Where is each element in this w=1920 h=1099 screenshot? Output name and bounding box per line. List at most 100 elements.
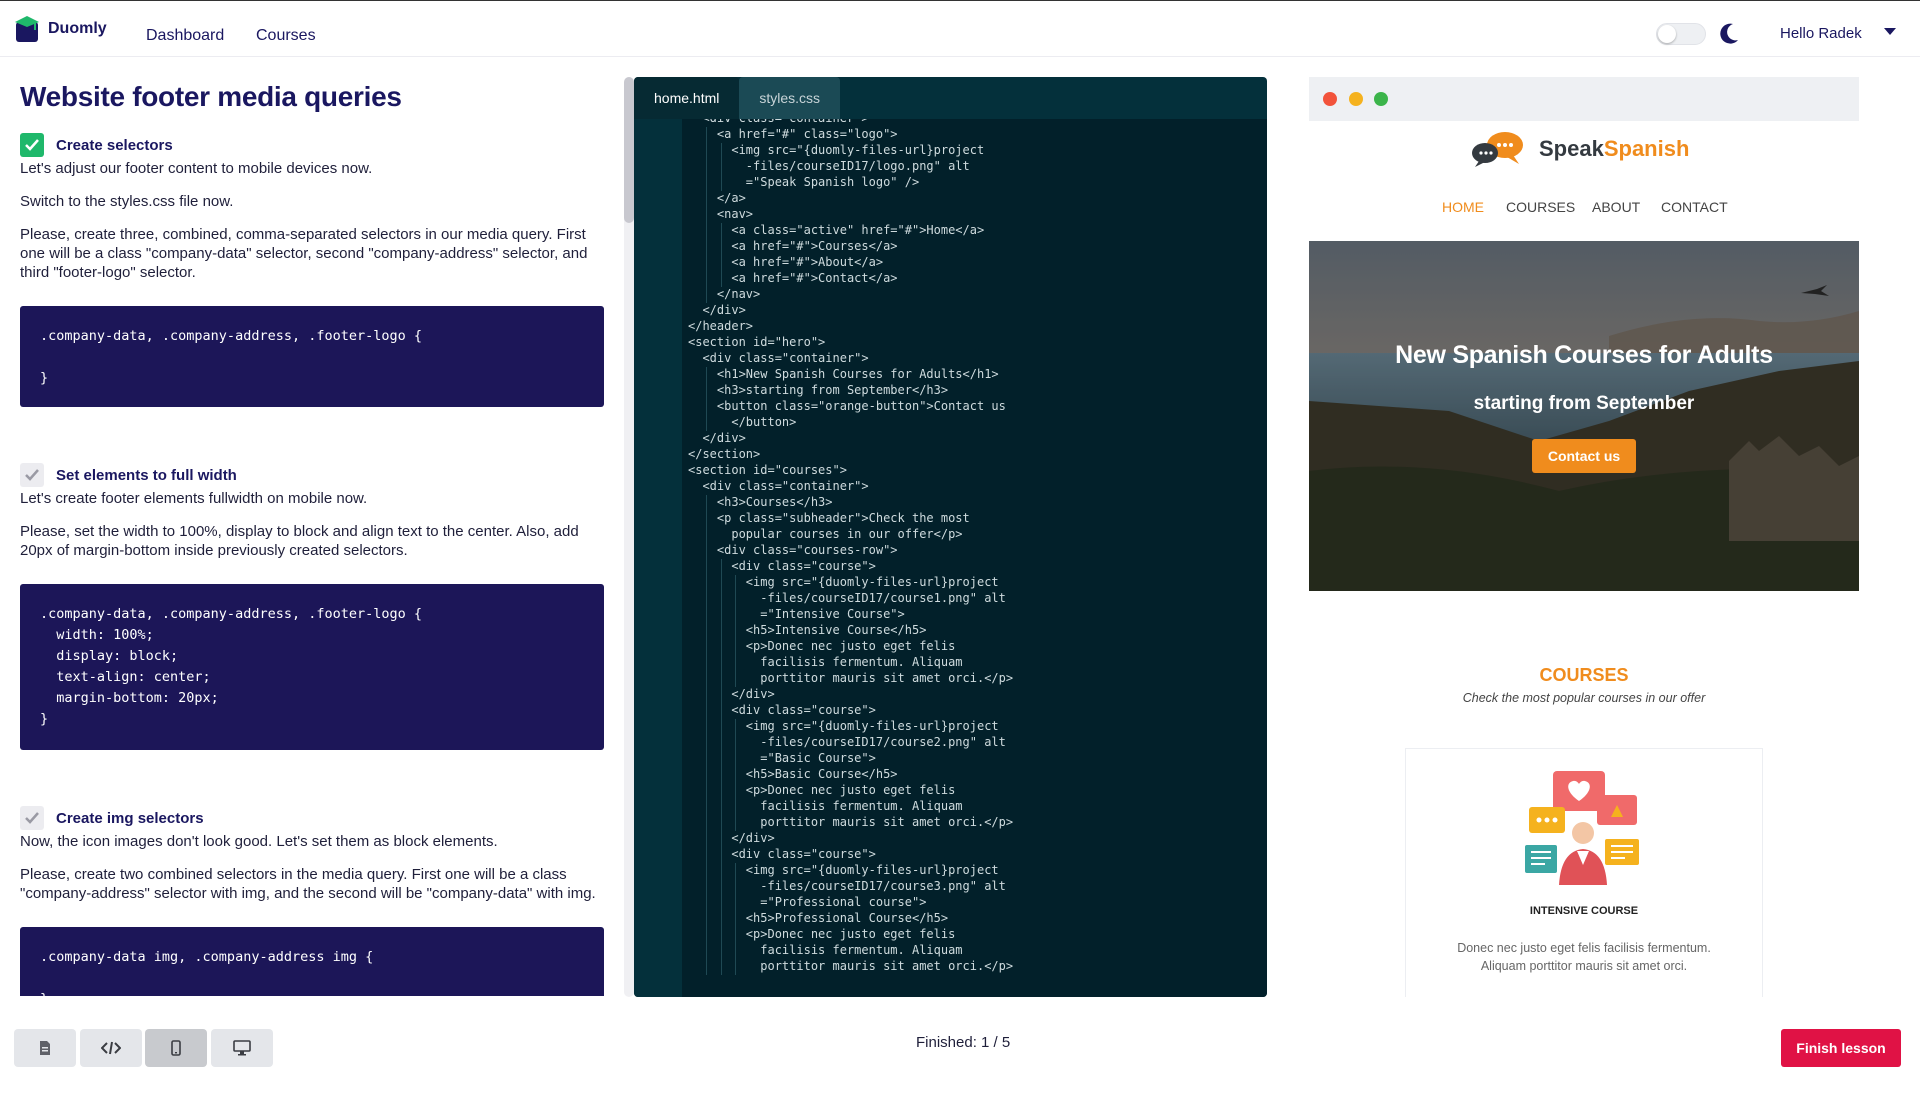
chevron-down-icon[interactable] (1884, 28, 1896, 36)
preview-nav-home[interactable]: HOME (1442, 199, 1484, 215)
task-2-text-1: Let's create footer elements fullwidth o… (20, 490, 368, 507)
user-greeting[interactable]: Hello Radek (1780, 25, 1862, 42)
tab-styles-css[interactable]: styles.css (739, 77, 841, 119)
indent-guide (720, 159, 722, 175)
indent-guide (706, 127, 708, 143)
view-desktop-button[interactable] (211, 1029, 273, 1067)
code-line: <nav> (688, 207, 754, 221)
hero-contact-button[interactable]: Contact us (1532, 439, 1636, 473)
hero-subtitle: starting from September (1473, 393, 1695, 414)
indent-guide (706, 383, 708, 399)
progress-text: Finished: 1 / 5 (916, 1034, 1011, 1051)
code-line: </div> (688, 303, 746, 317)
lesson-title: Website footer media queries (20, 81, 402, 112)
code-line: <div class="course"> (688, 559, 876, 573)
code-line: </nav> (688, 287, 761, 301)
check-icon (25, 812, 39, 824)
editor-tabs: home.html styles.css (634, 77, 841, 119)
task-2-checkbox[interactable] (20, 463, 44, 487)
brand-logo[interactable]: Duomly (14, 14, 107, 44)
check-icon (25, 139, 39, 151)
finish-lesson-button[interactable]: Finish lesson (1781, 1029, 1901, 1067)
preview-nav-contact[interactable]: CONTACT (1661, 199, 1728, 215)
indent-guide (720, 575, 722, 591)
code-line: </div> (688, 431, 746, 445)
indent-guide (735, 767, 737, 783)
indent-guide (706, 959, 708, 975)
indent-guide (735, 799, 737, 815)
indent-guide (720, 607, 722, 623)
indent-guide (720, 239, 722, 255)
nav-courses[interactable]: Courses (256, 27, 316, 45)
indent-guide (735, 671, 737, 687)
indent-guide (706, 175, 708, 191)
view-mobile-button[interactable] (145, 1029, 207, 1067)
code-icon (101, 1041, 121, 1055)
code-area[interactable]: 2 <div class="container">3 <a href="#" c… (682, 119, 1267, 997)
indent-guide (720, 735, 722, 751)
indent-guide (706, 783, 708, 799)
lesson-scrollbar[interactable] (624, 77, 634, 997)
indent-guide (720, 767, 722, 783)
indent-guide (720, 175, 722, 191)
code-line: <h3>starting from September</h3> (688, 383, 949, 397)
code-line: <div class="container"> (688, 119, 868, 125)
preview-nav-about[interactable]: ABOUT (1592, 199, 1640, 215)
indent-guide (720, 639, 722, 655)
nav-dashboard[interactable]: Dashboard (146, 27, 224, 45)
speakspanish-logo[interactable]: Speak Spanish (1469, 131, 1689, 167)
code-line: <h5>Intensive Course</h5> (688, 623, 927, 637)
indent-guide (706, 255, 708, 271)
courses-subheader: Check the most popular courses in our of… (1462, 691, 1706, 705)
code-line: <h1>New Spanish Courses for Adults</h1> (688, 367, 999, 381)
view-instructions-button[interactable] (14, 1029, 76, 1067)
theme-toggle[interactable] (1656, 23, 1706, 45)
indent-guide (706, 655, 708, 671)
preview-window-bar (1309, 77, 1859, 121)
lesson-scrollbar-thumb[interactable] (624, 77, 634, 223)
code-line: <img src="{duomly-files-url}project (688, 143, 985, 157)
indent-guide (720, 815, 722, 831)
indent-guide (720, 655, 722, 671)
indent-guide (706, 735, 708, 751)
indent-guide (720, 223, 722, 239)
bottom-bar: Finished: 1 / 5 Finish lesson (0, 1011, 1920, 1099)
task-1: Create selectors Let's adjust our footer… (20, 133, 604, 407)
indent-guide (720, 671, 722, 687)
tab-home-html[interactable]: home.html (634, 77, 740, 119)
indent-guide (735, 735, 737, 751)
indent-guide (720, 831, 722, 847)
task-3-checkbox[interactable] (20, 806, 44, 830)
code-line: </section> (688, 447, 761, 461)
view-code-button[interactable] (80, 1029, 142, 1067)
indent-guide (706, 271, 708, 287)
indent-guide (706, 767, 708, 783)
indent-guide (706, 143, 708, 159)
code-line: <p>Donec nec justo eget felis (688, 783, 956, 797)
indent-guide (720, 911, 722, 927)
toggle-knob (1658, 25, 1676, 43)
indent-guide (706, 703, 708, 719)
code-line: </header> (688, 319, 754, 333)
task-3-code: .company-data img, .company-address img … (20, 927, 604, 996)
logo-text-spanish: Spanish (1603, 136, 1690, 161)
indent-guide (706, 751, 708, 767)
courses-heading: COURSES (1539, 665, 1629, 685)
task-1-checkbox[interactable] (20, 133, 44, 157)
indent-guide (706, 911, 708, 927)
indent-guide (706, 191, 708, 207)
indent-guide (706, 719, 708, 735)
top-bar: Duomly Dashboard Courses Hello Radek (0, 1, 1920, 57)
course-card[interactable]: INTENSIVE COURSE Donec nec justo eget fe… (1405, 748, 1763, 997)
code-line: ="Professional course"> (688, 895, 927, 909)
code-line: porttitor mauris sit amet orci.</p> (688, 815, 1014, 829)
indent-guide (720, 943, 722, 959)
moon-icon[interactable] (1718, 22, 1740, 46)
code-line: ="Speak Spanish logo" /> (688, 175, 920, 189)
preview-nav-courses[interactable]: COURSES (1506, 199, 1575, 215)
task-3-text-2: Please, create two combined selectors in… (20, 866, 596, 902)
indent-guide (706, 799, 708, 815)
window-maximize-dot (1374, 92, 1388, 106)
indent-guide (735, 911, 737, 927)
course-illustration-icon (1525, 771, 1639, 885)
